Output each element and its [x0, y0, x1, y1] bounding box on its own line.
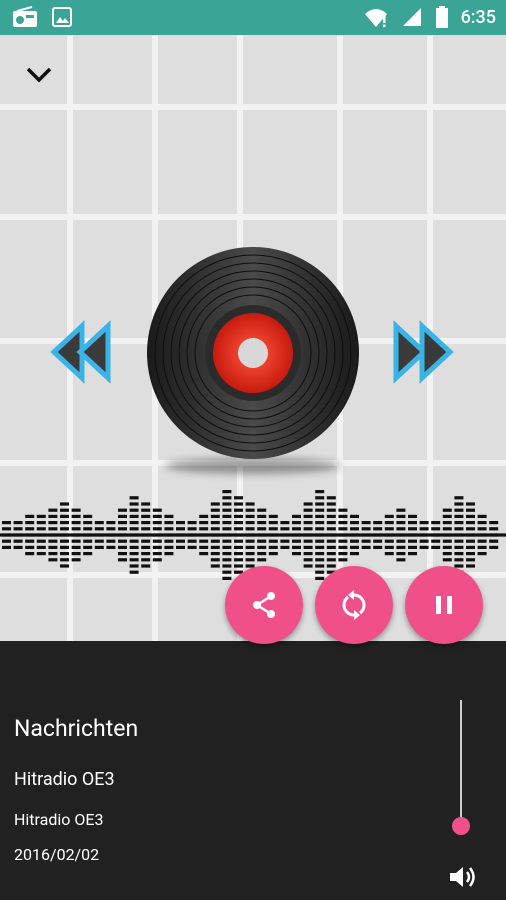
repeat-icon: [342, 590, 366, 620]
status-time: 6:35: [460, 6, 496, 28]
track-title: Nachrichten: [14, 715, 139, 742]
battery-icon: [435, 6, 448, 28]
fast-forward-icon[interactable]: [392, 320, 456, 384]
volume-slider[interactable]: [460, 700, 462, 827]
track-date: 2016/02/02: [14, 845, 100, 864]
volume-slider-thumb[interactable]: [452, 817, 470, 835]
radio-icon: [13, 6, 37, 27]
chevron-down-icon[interactable]: [22, 63, 56, 87]
repeat-button[interactable]: [315, 566, 393, 644]
pause-icon: [436, 596, 452, 614]
rewind-icon[interactable]: [48, 320, 112, 384]
vinyl-record-icon: [147, 247, 359, 459]
pause-button[interactable]: [405, 566, 483, 644]
share-button[interactable]: [225, 566, 303, 644]
volume-icon[interactable]: [448, 864, 476, 890]
station-name: Hitradio OE3: [14, 769, 115, 790]
player-area: [0, 35, 506, 641]
wifi-icon: [364, 9, 387, 27]
signal-icon: [402, 8, 421, 26]
image-icon: [52, 7, 72, 27]
share-icon: [253, 592, 275, 618]
station-subtitle: Hitradio OE3: [14, 810, 104, 829]
status-bar: 6:35: [0, 0, 506, 35]
